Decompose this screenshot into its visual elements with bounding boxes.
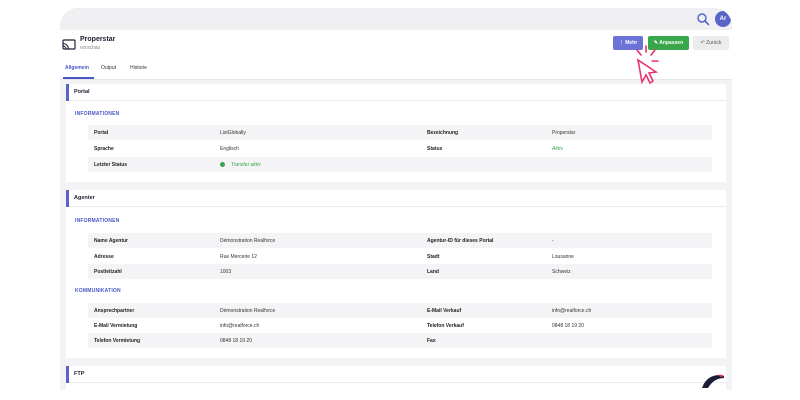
field-value: Rue Mercerie 12 xyxy=(220,254,257,260)
field-value: 0848 18 19 20 xyxy=(552,323,584,329)
field-label: Sprache xyxy=(94,146,114,152)
section-accent-bar xyxy=(66,84,69,101)
field-value: Properstar xyxy=(552,130,576,136)
table-row: Name Agentur Démonstration Realforce Age… xyxy=(88,233,712,248)
field-label: Portal xyxy=(94,130,109,136)
field-label: Telefon Vermietung xyxy=(94,338,141,344)
table-row: Telefon Vermietung 0848 18 19 20 Fax xyxy=(88,333,712,348)
table-row: E-Mail Vermietung info@realforce.ch Tele… xyxy=(88,318,712,333)
field-label: Telefon Verkauf xyxy=(427,323,464,329)
user-avatar[interactable]: Ar xyxy=(715,11,731,27)
ftp-card-title: FTP xyxy=(74,371,85,377)
section-accent-bar xyxy=(66,190,69,207)
top-bar: Ar xyxy=(60,8,732,30)
page-subtitle: vorschau xyxy=(80,45,101,51)
decorative-corner-shape xyxy=(702,374,724,388)
field-label: Adresse xyxy=(94,254,114,260)
agent-info-section-title: INFORMATIONEN xyxy=(75,218,120,224)
field-value: Schweiz xyxy=(552,269,571,275)
agent-card-header[interactable]: Agenter xyxy=(66,190,726,207)
field-value: Englisch xyxy=(220,146,239,152)
agent-card: Agenter INFORMATIONEN Name Agentur Démon… xyxy=(66,190,726,358)
field-label: E-Mail Vermietung xyxy=(94,323,138,329)
active-tab-indicator xyxy=(63,77,94,79)
status-dot-icon xyxy=(220,162,225,167)
table-row: Letzter Status Transfer aktiv xyxy=(88,157,712,172)
field-label: Name Agentur xyxy=(94,238,128,244)
field-value: info@realforce.ch xyxy=(220,323,260,329)
back-button[interactable]: ↶ Zurück xyxy=(693,36,729,50)
more-vertical-icon: ⋮ xyxy=(618,40,624,46)
field-value: 1003 xyxy=(220,269,232,275)
field-value: info@realforce.ch xyxy=(552,308,592,314)
field-value: 0848 18 19 20 xyxy=(220,338,252,344)
portal-section-title: INFORMATIONEN xyxy=(75,111,120,117)
click-cursor-icon xyxy=(636,45,659,85)
tab-historie[interactable]: Historie xyxy=(130,65,147,71)
field-value: - xyxy=(552,238,554,244)
agent-comm-section-title: KOMMUNIKATION xyxy=(75,288,121,294)
search-icon[interactable] xyxy=(696,12,710,26)
field-label: Postleitzahl xyxy=(94,269,122,275)
table-row: Postleitzahl 1003 Land Schweiz xyxy=(88,264,712,279)
field-label: Land xyxy=(427,269,439,275)
field-value: Lousanne xyxy=(552,254,574,260)
portal-card: Portal INFORMATIONEN Portal ListGlobally… xyxy=(66,84,726,182)
agent-card-title: Agenter xyxy=(74,195,95,201)
tab-output[interactable]: Output xyxy=(101,65,116,71)
table-row: Portal ListGlobally Bezeichnung Properst… xyxy=(88,125,712,140)
table-row: Adresse Rue Mercerie 12 Stadt Lousanne xyxy=(88,249,712,264)
ftp-card-header[interactable]: FTP xyxy=(66,366,726,383)
cast-icon xyxy=(62,39,76,50)
status-value: Aktiv xyxy=(552,146,563,152)
field-label: Agentur-ID für dieses Portal xyxy=(427,238,494,244)
page-title: Properstar xyxy=(80,36,116,43)
field-label: Letzter Status xyxy=(94,162,128,168)
ftp-card: FTP xyxy=(66,366,726,390)
field-value: Démonstration Realforce xyxy=(220,238,276,244)
undo-arrow-icon: ↶ xyxy=(700,40,705,46)
field-value: ListGlobally xyxy=(220,130,246,136)
table-row: Sprache Englisch Status Aktiv xyxy=(88,141,712,156)
field-label: Fax xyxy=(427,338,436,344)
field-label: E-Mail Verkauf xyxy=(427,308,462,314)
field-label: Bezeichnung xyxy=(427,130,459,136)
tab-allgemein[interactable]: Allgemein xyxy=(65,65,89,71)
field-label: Status xyxy=(427,146,443,152)
field-label: Stadt xyxy=(427,254,440,260)
portal-card-title: Portal xyxy=(74,89,90,95)
table-row: Ansprechpartner Démonstration Realforce … xyxy=(88,303,712,318)
field-label: Ansprechpartner xyxy=(94,308,135,314)
field-value: Démonstration Realforce xyxy=(220,308,276,314)
section-accent-bar xyxy=(66,366,69,383)
last-status-value: Transfer aktiv xyxy=(220,162,261,168)
portal-card-header[interactable]: Portal xyxy=(66,84,726,101)
